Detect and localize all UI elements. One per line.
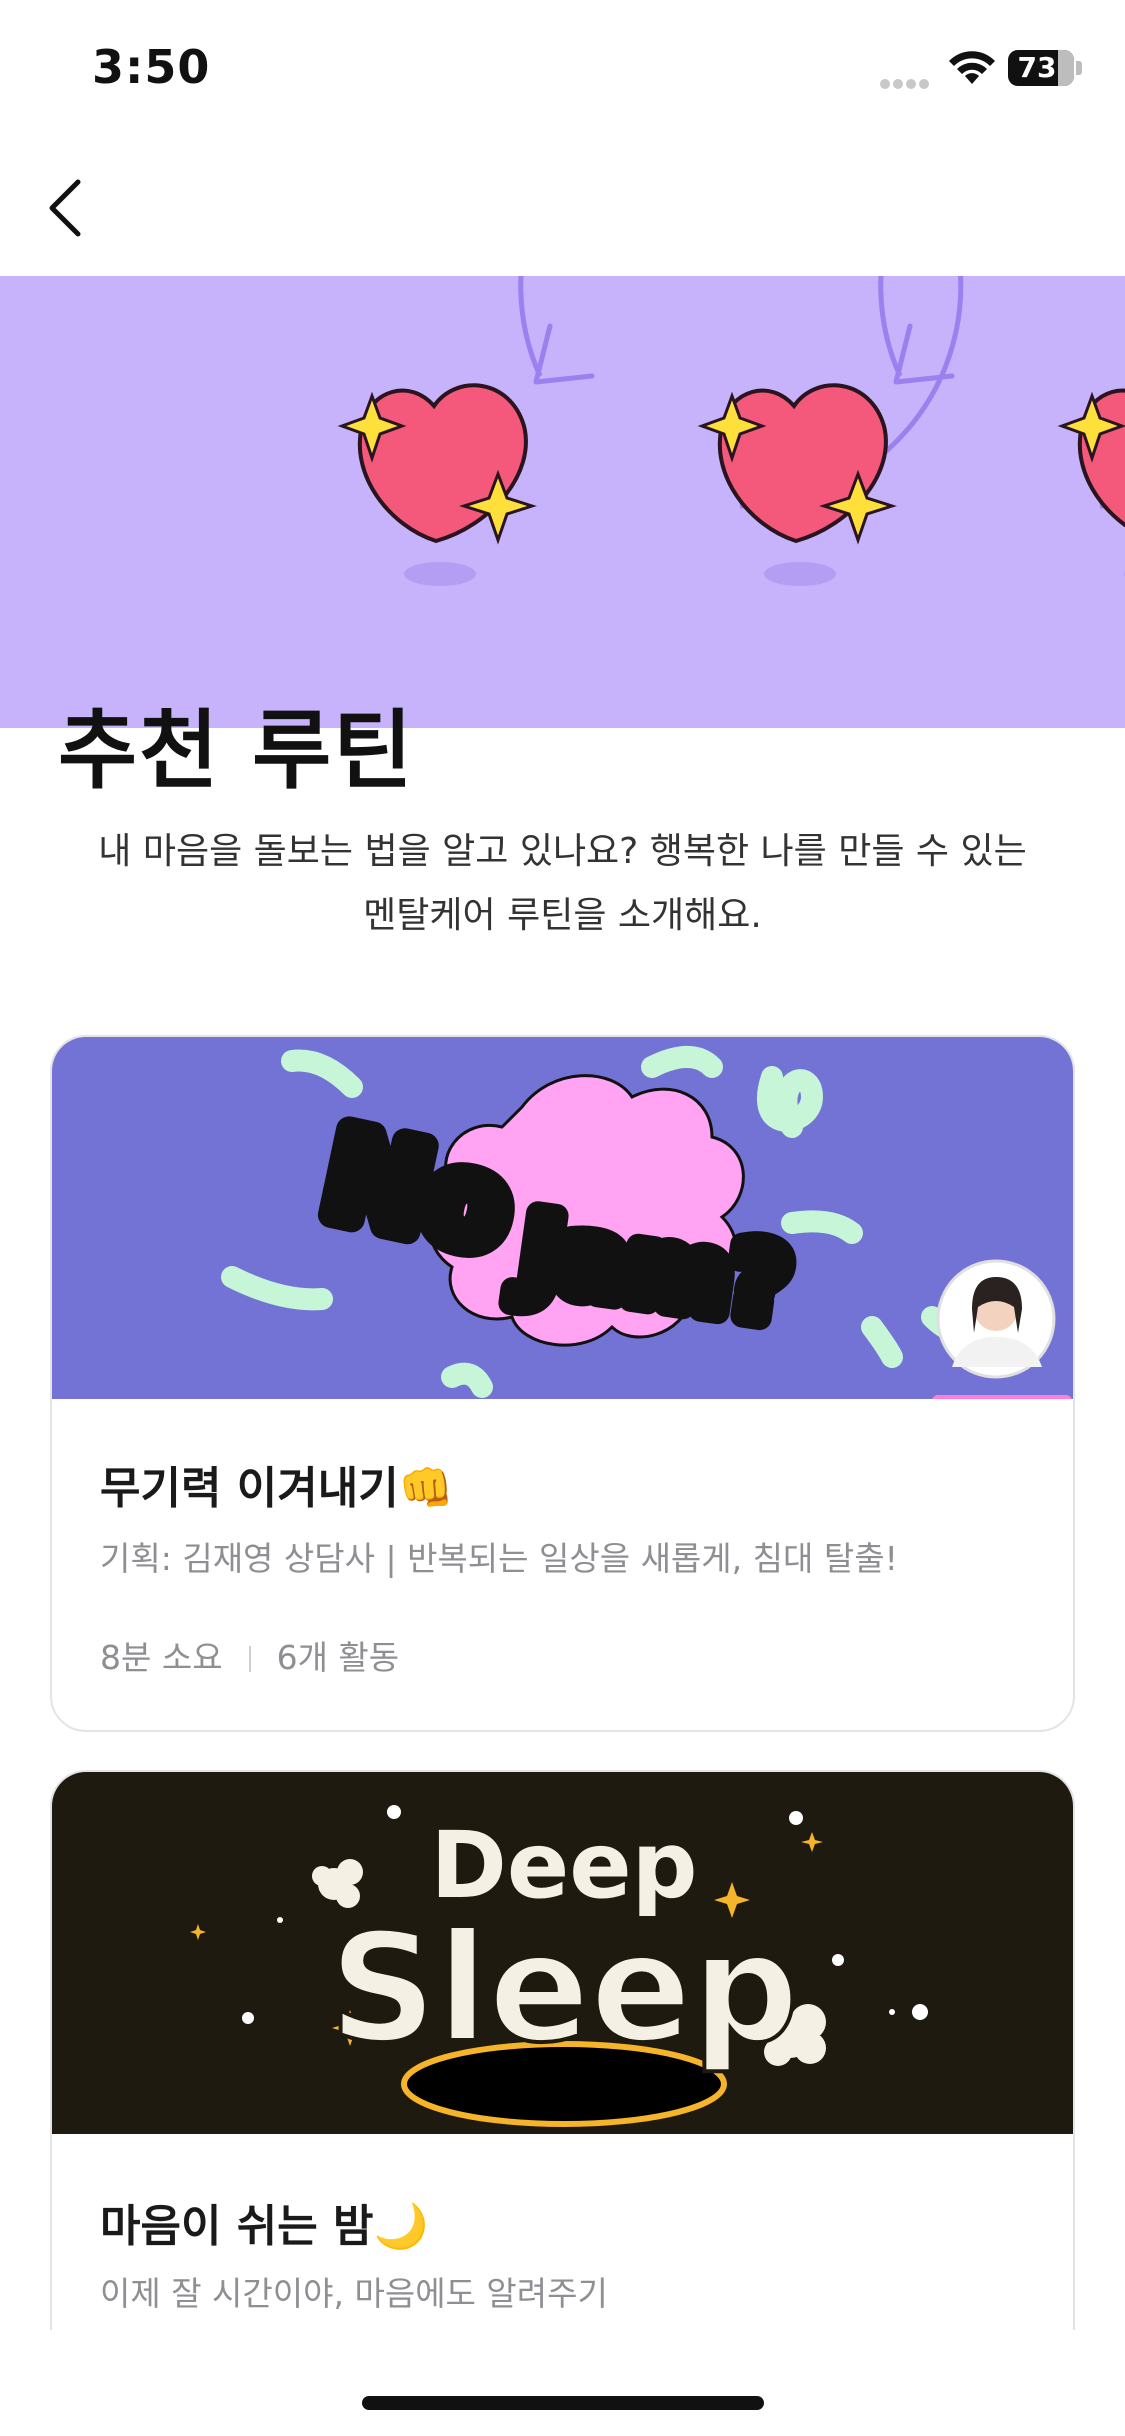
routine-subtitle: 기획: 김재영 상담사 | 반복되는 일상을 새롭게, 침대 탈출!	[100, 1539, 898, 1578]
page-description: 내 마음을 돌보는 법을 알고 있나요? 행복한 나를 만들 수 있는 멘탈케어…	[40, 820, 1085, 948]
routine-activity-count: 6개 활동	[276, 1638, 400, 1677]
routine-subtitle: 이제 잘 시간이야, 마음에도 알려주기	[100, 2274, 608, 2313]
sleep-text: Sleep	[329, 1902, 799, 2076]
page-description-line-2: 멘탈케어 루틴을 소개해요.	[363, 895, 762, 936]
routine-card-image: Deep Sleep	[52, 1772, 1073, 2134]
page-description-line-1: 내 마음을 돌보는 법을 알고 있나요? 행복한 나를 만들 수 있는	[98, 831, 1027, 872]
battery-level: 73	[1017, 51, 1057, 84]
routine-title: 마음이 쉬는 밤🌙	[100, 2201, 429, 2252]
routine-card-no-jam[interactable]: No No Jam? Jam? 무기력 이겨내기👊 기획: 김재영 상담사 | …	[50, 1035, 1075, 1732]
home-indicator[interactable]	[362, 2396, 764, 2410]
cellular-signal-icon	[880, 74, 936, 89]
navigation-bar	[0, 140, 1125, 276]
avatar	[936, 1259, 1056, 1379]
back-button[interactable]	[30, 168, 110, 248]
routine-title: 무기력 이겨내기👊	[100, 1463, 454, 1514]
bottom-safe-area	[0, 2330, 1125, 2436]
heart-icon	[340, 383, 534, 588]
back-chevron-icon	[49, 179, 81, 237]
page-title: 추천 루틴	[58, 701, 415, 801]
hero-banner	[0, 276, 1125, 728]
routine-card-image: No No Jam? Jam?	[52, 1037, 1073, 1399]
meta-divider	[248, 1646, 251, 1672]
routine-duration: 8분 소요	[100, 1638, 223, 1677]
routine-meta: 8분 소요 6개 활동	[100, 1631, 399, 1679]
battery-icon: 73	[1008, 50, 1082, 86]
status-bar: 3:50 73	[0, 0, 1125, 140]
status-time: 3:50	[92, 40, 211, 94]
wifi-icon	[949, 51, 995, 84]
hero-illustration	[340, 276, 1125, 588]
